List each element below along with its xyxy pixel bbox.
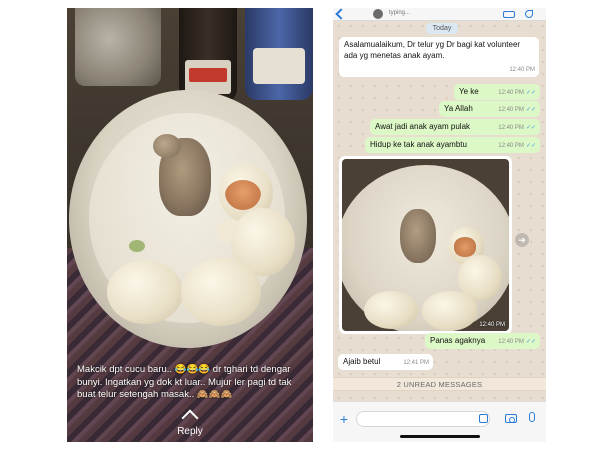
typing-status: typing... — [389, 10, 411, 16]
story-panel: Makcik dpt cucu baru.. 😂😂😂 dr tghari td … — [67, 8, 313, 442]
reply-label: Reply — [177, 426, 203, 437]
microphone-icon[interactable] — [529, 412, 535, 422]
blue-jar — [245, 8, 313, 100]
egg-crack — [453, 237, 477, 257]
chat-header: typing... — [333, 8, 546, 21]
message-composer: + — [333, 401, 546, 442]
speck — [129, 240, 145, 252]
camera-icon[interactable] — [505, 414, 517, 423]
home-indicator — [400, 435, 480, 438]
egg — [181, 258, 261, 326]
egg — [422, 291, 478, 331]
story-caption: Makcik dpt cucu baru.. 😂😂😂 dr tghari td … — [77, 364, 305, 402]
message-text: Asalamualaikum, Dr telur yg Dr bagi kat … — [344, 40, 521, 60]
message-time: 12:40 PM ✓✓ — [498, 90, 536, 96]
phone-icon[interactable] — [525, 10, 533, 18]
message-bubble-incoming[interactable]: Asalamualaikum, Dr telur yg Dr bagi kat … — [339, 37, 539, 77]
jar-label — [253, 48, 305, 84]
egg — [364, 291, 418, 329]
sticker-icon[interactable] — [479, 414, 488, 423]
collage: Makcik dpt cucu baru.. 😂😂😂 dr tghari td … — [0, 0, 600, 450]
read-receipt-icon: ✓✓ — [525, 107, 536, 113]
unread-messages-banner: 2 UNREAD MESSAGES — [333, 377, 546, 391]
date-chip: Today — [426, 23, 458, 34]
read-receipt-icon: ✓✓ — [525, 125, 536, 131]
egg-crack — [225, 180, 261, 210]
bottle-label-logo — [189, 68, 227, 82]
plus-icon[interactable]: + — [338, 412, 350, 426]
photo-time: 12:40 PM — [479, 322, 505, 328]
message-bubble-outgoing[interactable]: Panas agaknya 12:40 PM ✓✓ — [425, 333, 540, 349]
caption-line: buat telur setengah masak.. 🙈🙈🙈 — [77, 389, 233, 400]
chat-panel: typing... Today Asalamualaikum, Dr telur… — [333, 8, 546, 442]
message-bubble-incoming[interactable]: Ajaib betul 12:41 PM — [338, 354, 433, 370]
message-time: 12:40 PM ✓✓ — [498, 107, 536, 113]
egg — [107, 260, 183, 324]
chick-photo[interactable]: 12:40 PM — [342, 159, 509, 331]
avatar[interactable] — [373, 9, 383, 19]
message-bubble-outgoing[interactable]: Ya Allah 12:40 PM ✓✓ — [439, 101, 540, 117]
message-time: 12:40 PM ✓✓ — [498, 143, 536, 149]
message-input[interactable] — [356, 411, 490, 427]
sauce-bottle — [179, 8, 237, 103]
read-receipt-icon: ✓✓ — [525, 90, 536, 96]
chevron-up-icon — [181, 409, 199, 427]
message-time: 12:40 PM — [509, 67, 535, 73]
caption-line: bunyi. Ingatkan yg dok kt luar.. Mujur l… — [77, 376, 292, 388]
caption-line: Makcik dpt cucu baru.. 😂😂😂 dr tghari td … — [77, 364, 291, 375]
message-time: 12:41 PM — [403, 360, 429, 366]
read-receipt-icon: ✓✓ — [525, 143, 536, 149]
back-icon[interactable] — [335, 8, 347, 20]
message-time: 12:40 PM ✓✓ — [498, 339, 536, 345]
message-bubble-outgoing[interactable]: Ye ke 12:40 PM ✓✓ — [454, 84, 540, 100]
chick — [400, 209, 436, 263]
reply-button[interactable]: Reply — [67, 408, 313, 437]
message-time: 12:40 PM ✓✓ — [498, 125, 536, 131]
photo-message[interactable]: 12:40 PM — [339, 156, 512, 334]
glass-jar — [75, 8, 161, 86]
forward-icon[interactable]: ➔ — [515, 233, 529, 247]
video-call-icon[interactable] — [503, 11, 515, 18]
chick-head — [153, 134, 181, 158]
message-bubble-outgoing[interactable]: Awat jadi anak ayam pulak 12:40 PM ✓✓ — [370, 119, 540, 135]
message-bubble-outgoing[interactable]: Hidup ke tak anak ayambtu 12:40 PM ✓✓ — [365, 137, 540, 153]
read-receipt-icon: ✓✓ — [525, 339, 536, 345]
